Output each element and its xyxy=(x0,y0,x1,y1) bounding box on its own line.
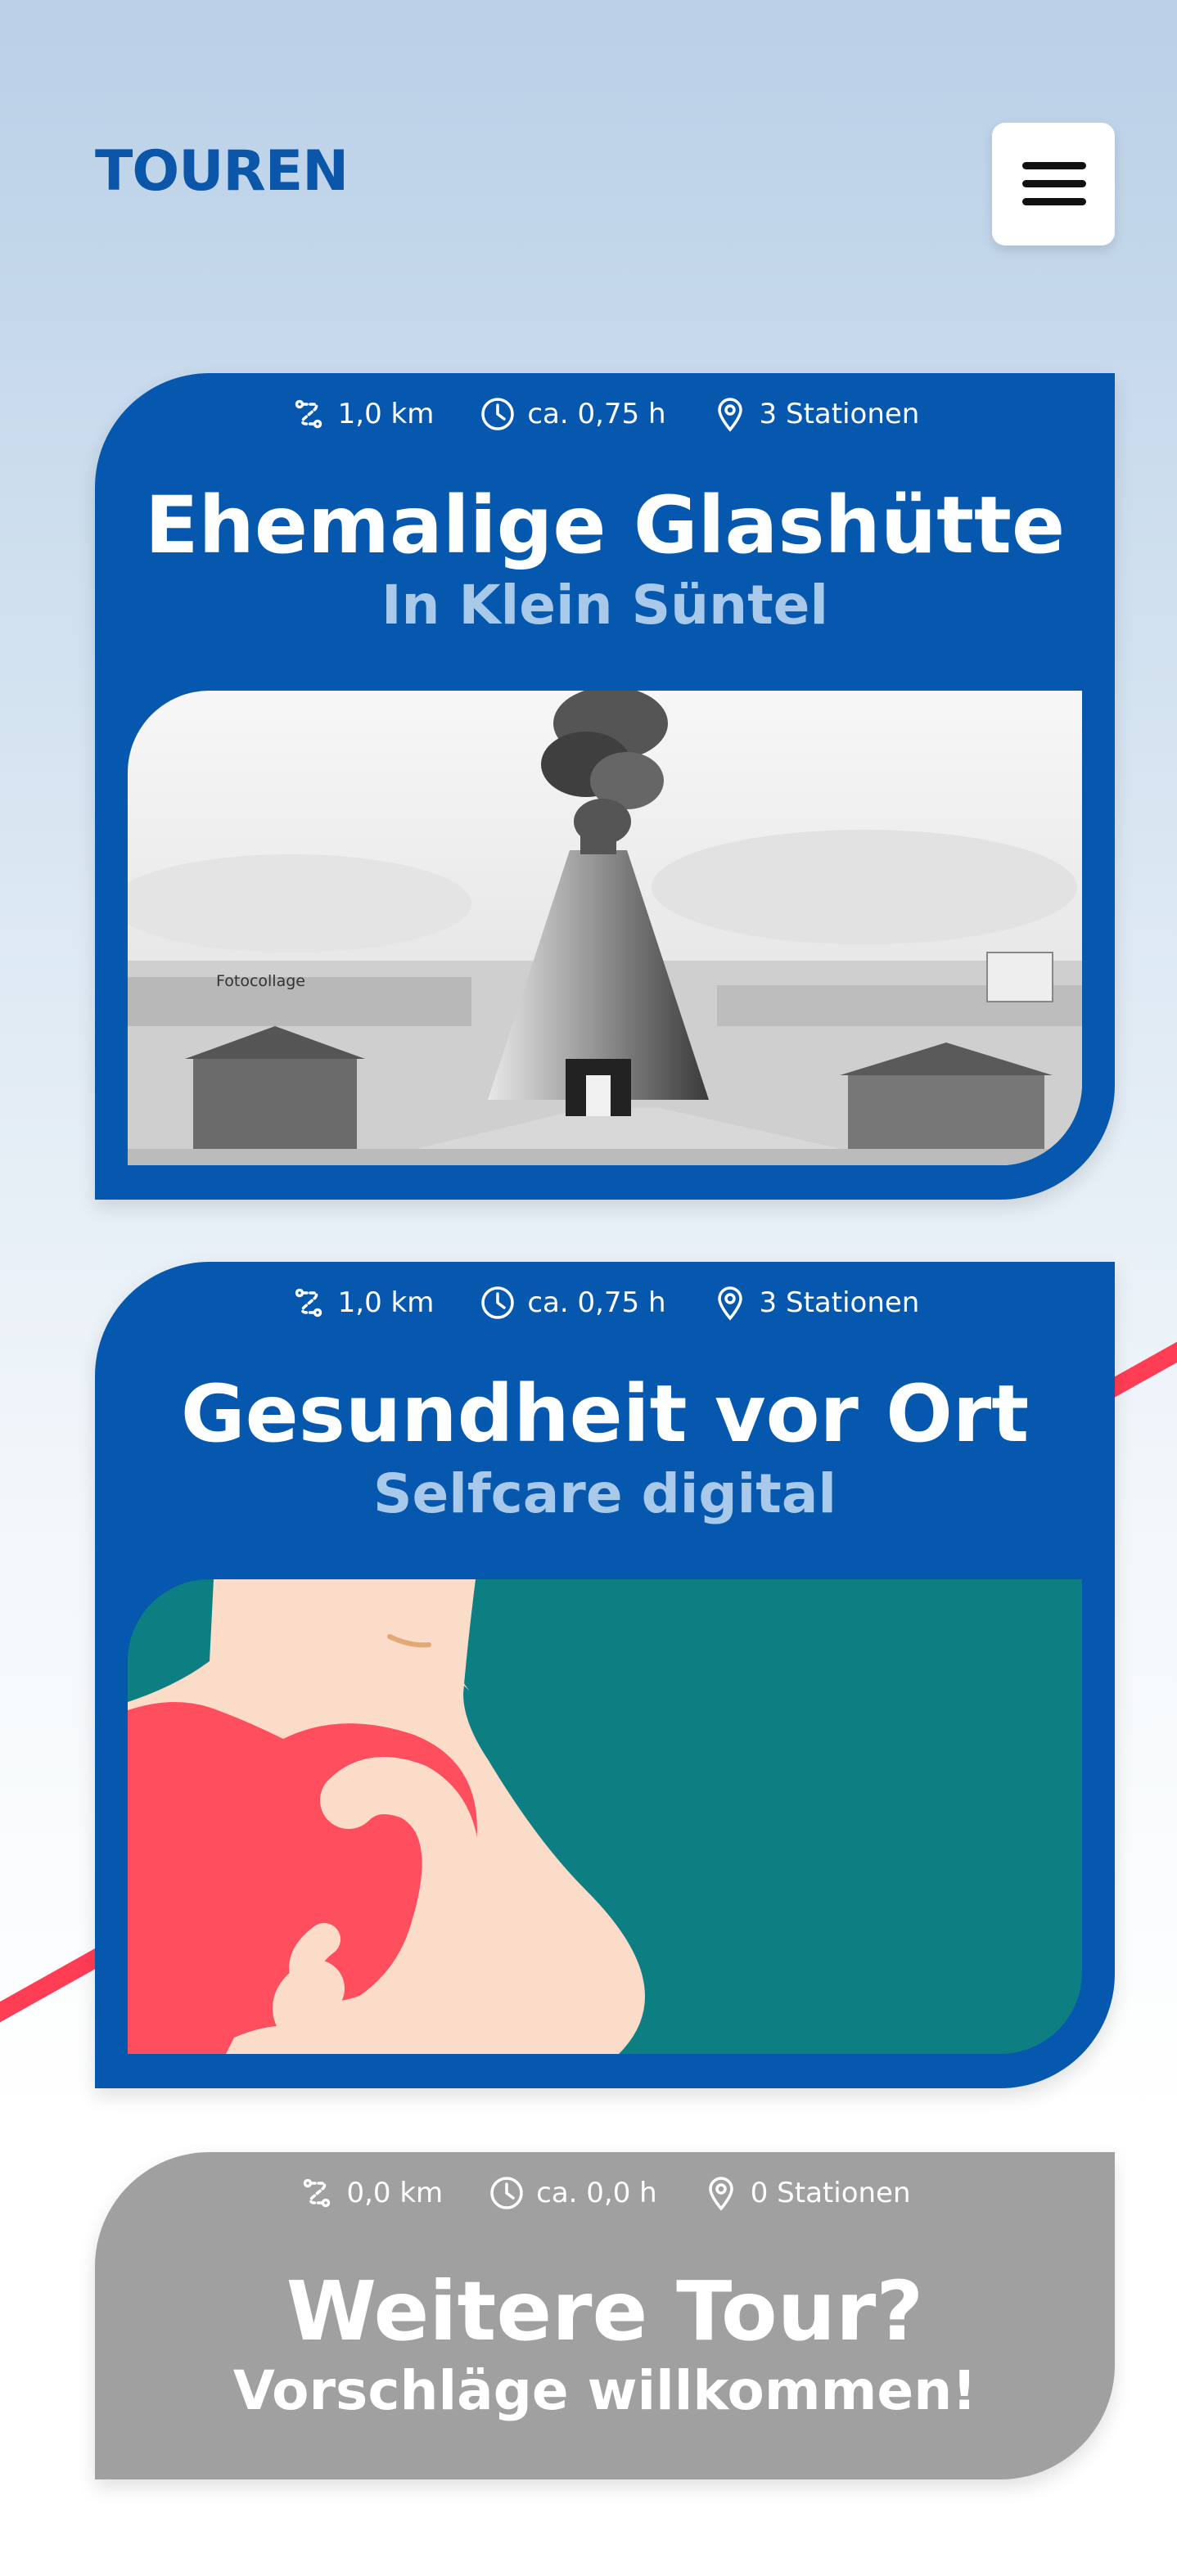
tour-image-heart-hug xyxy=(128,1579,1082,2054)
clock-icon xyxy=(481,398,515,430)
tour-title: Gesundheit vor Ort xyxy=(180,1368,1030,1460)
hamburger-menu-icon xyxy=(1022,162,1086,205)
image-caption: Fotocollage xyxy=(216,972,305,990)
route-icon xyxy=(295,399,322,429)
tour-meta: 1,0 km ca. 0,75 h 3 Stationen xyxy=(95,1285,1115,1321)
duration-value: ca. 0,75 h xyxy=(527,1286,666,1319)
stations-value: 3 Stationen xyxy=(759,398,920,430)
tour-subtitle: Vorschläge willkommen! xyxy=(232,2359,977,2422)
location-pin-icon xyxy=(717,1286,742,1321)
clock-icon xyxy=(481,1286,515,1319)
location-pin-icon xyxy=(717,398,742,432)
tour-meta: 1,0 km ca. 0,75 h 3 Stationen xyxy=(95,396,1115,432)
tour-image-glass-furnace: Fotocollage xyxy=(128,691,1082,1165)
tour-card-glashuette[interactable]: 1,0 km ca. 0,75 h 3 Stationen Ehemalige … xyxy=(95,373,1115,1200)
clock-icon xyxy=(490,2177,523,2209)
route-icon xyxy=(304,2178,331,2208)
distance-value: 1,0 km xyxy=(337,1286,435,1319)
heart-hug-illustration xyxy=(128,1579,1082,2054)
stations-value: 3 Stationen xyxy=(759,1286,920,1319)
route-icon xyxy=(295,1288,322,1317)
stations-value: 0 Stationen xyxy=(750,2177,911,2209)
glass-furnace-illustration xyxy=(128,691,1082,1165)
page-title: TOUREN xyxy=(95,139,349,204)
tour-duration: ca. 0,0 h xyxy=(489,2175,657,2211)
tour-subtitle: Selfcare digital xyxy=(372,1462,837,1525)
tour-stations: 3 Stationen xyxy=(712,1285,920,1321)
tour-card-suggestion[interactable]: 0,0 km ca. 0,0 h 0 Stationen Weitere Tou… xyxy=(95,2152,1115,2479)
tour-title: Ehemalige Glashütte xyxy=(144,480,1066,571)
tour-distance: 0,0 km xyxy=(299,2175,443,2211)
tour-distance: 1,0 km xyxy=(291,396,435,432)
menu-button[interactable] xyxy=(992,123,1115,245)
tour-stations: 3 Stationen xyxy=(712,396,920,432)
tour-distance: 1,0 km xyxy=(291,1285,435,1321)
tour-subtitle: In Klein Süntel xyxy=(381,574,829,637)
tour-title: Weitere Tour? xyxy=(286,2263,924,2359)
tour-card-gesundheit[interactable]: 1,0 km ca. 0,75 h 3 Stationen Gesundheit… xyxy=(95,1262,1115,2088)
distance-value: 0,0 km xyxy=(346,2177,444,2209)
duration-value: ca. 0,75 h xyxy=(527,398,666,430)
tour-duration: ca. 0,75 h xyxy=(480,396,666,432)
location-pin-icon xyxy=(708,2177,733,2211)
tour-duration: ca. 0,75 h xyxy=(480,1285,666,1321)
distance-value: 1,0 km xyxy=(337,398,435,430)
tour-stations: 0 Stationen xyxy=(703,2175,911,2211)
duration-value: ca. 0,0 h xyxy=(536,2177,657,2209)
tour-meta: 0,0 km ca. 0,0 h 0 Stationen xyxy=(95,2175,1115,2211)
